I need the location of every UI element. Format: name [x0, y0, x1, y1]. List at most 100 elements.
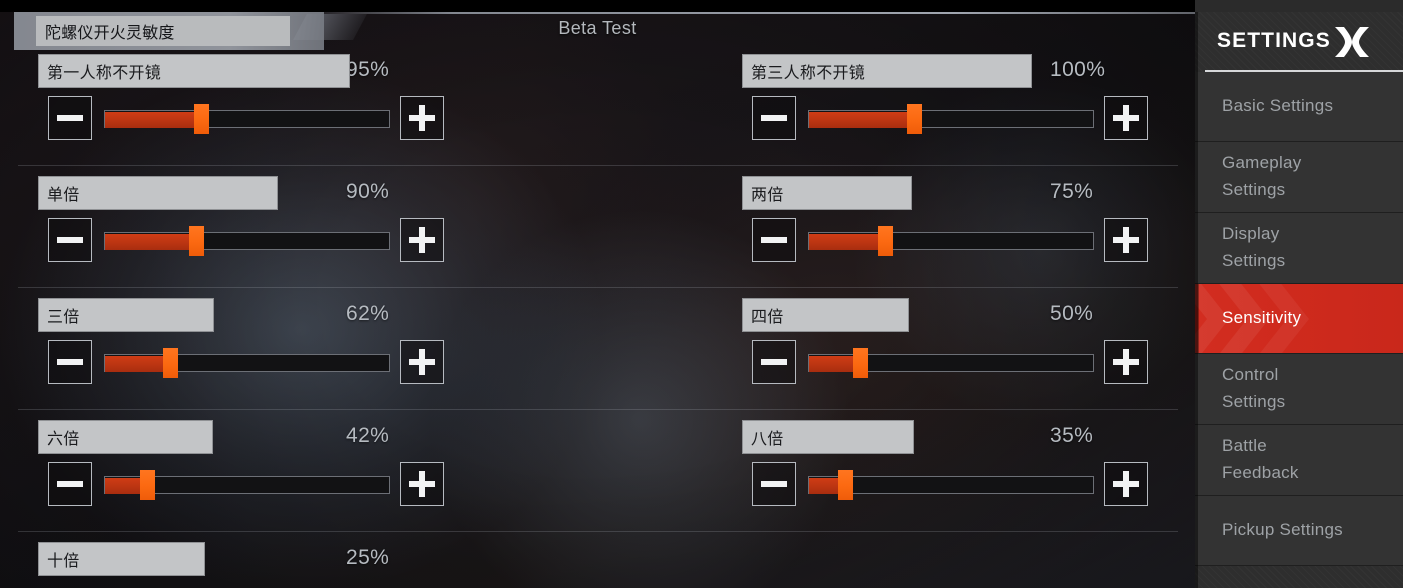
- sensitivity-label-box: 第三人称不开镜: [742, 54, 1032, 88]
- sidebar-item-display-settings[interactable]: Display Settings: [1195, 213, 1403, 284]
- increase-button[interactable]: [1104, 462, 1148, 506]
- sensitivity-row: 62% 三倍 50% 四倍: [0, 288, 1195, 410]
- increase-button[interactable]: [1104, 96, 1148, 140]
- slider-thumb[interactable]: [852, 348, 868, 378]
- slider-thumb[interactable]: [162, 348, 178, 378]
- sidebar-left-edge: [1195, 12, 1198, 588]
- increase-button[interactable]: [1104, 340, 1148, 384]
- minus-icon: [761, 237, 787, 243]
- slider-track[interactable]: [808, 354, 1094, 372]
- sensitivity-label-row: 90% 单倍: [38, 176, 468, 210]
- sensitivity-slider[interactable]: [808, 348, 1094, 378]
- plus-icon-vertical: [419, 349, 425, 375]
- sensitivity-label-text: 八倍: [751, 431, 784, 448]
- sidebar-item-pickup-settings[interactable]: Pickup Settings: [1195, 496, 1403, 566]
- sensitivity-slider[interactable]: [104, 226, 390, 256]
- sensitivity-control-row: [742, 462, 1172, 516]
- sensitivity-label-text: 六倍: [47, 431, 80, 448]
- sidebar-item-label: Display Settings: [1222, 224, 1286, 270]
- slider-thumb[interactable]: [188, 226, 204, 256]
- sensitivity-value: 75%: [1050, 180, 1094, 203]
- decrease-button[interactable]: [752, 218, 796, 262]
- sensitivity-label-box: 十倍: [38, 542, 205, 576]
- sensitivity-label-row: 62% 三倍: [38, 298, 468, 332]
- slider-track[interactable]: [808, 110, 1094, 128]
- sensitivity-control-row: [742, 340, 1172, 394]
- slider-track[interactable]: [104, 110, 390, 128]
- sidebar-item-sensitivity[interactable]: Sensitivity: [1195, 284, 1403, 354]
- sensitivity-item: 90% 单倍: [38, 166, 468, 288]
- sensitivity-slider[interactable]: [808, 104, 1094, 134]
- slider-thumb[interactable]: [878, 226, 894, 256]
- sensitivity-label-text: 单倍: [47, 187, 80, 204]
- increase-button[interactable]: [400, 340, 444, 384]
- decrease-button[interactable]: [752, 340, 796, 384]
- sensitivity-control-row: [38, 96, 468, 150]
- sensitivity-slider[interactable]: [808, 470, 1094, 500]
- sensitivity-label-box: 两倍: [742, 176, 912, 210]
- sidebar-item-control-settings[interactable]: Control Settings: [1195, 354, 1403, 425]
- sensitivity-label-row: 35% 八倍: [742, 420, 1172, 454]
- increase-button[interactable]: [400, 96, 444, 140]
- slider-thumb[interactable]: [194, 104, 210, 134]
- plus-icon-vertical: [419, 105, 425, 131]
- decrease-button[interactable]: [48, 462, 92, 506]
- sensitivity-label-box: 四倍: [742, 298, 909, 332]
- increase-button[interactable]: [400, 218, 444, 262]
- sensitivity-label-row: 100% 第三人称不开镜: [742, 54, 1172, 88]
- slider-track[interactable]: [104, 354, 390, 372]
- sensitivity-item: 75% 两倍: [742, 166, 1172, 288]
- sensitivity-item: 35% 八倍: [742, 410, 1172, 532]
- beta-test-title: Beta Test: [558, 18, 637, 38]
- sidebar-item-label: Gameplay Settings: [1222, 153, 1302, 199]
- slider-fill: [809, 112, 912, 128]
- minus-icon: [57, 237, 83, 243]
- sensitivity-value: 62%: [346, 302, 390, 325]
- minus-icon: [57, 115, 83, 121]
- decrease-button[interactable]: [752, 96, 796, 140]
- sensitivity-label-text: 第三人称不开镜: [751, 65, 866, 82]
- sensitivity-label-box: 单倍: [38, 176, 278, 210]
- sensitivity-item: 42% 六倍: [38, 410, 468, 532]
- sidebar-item-battle-feedback[interactable]: Battle Feedback: [1195, 425, 1403, 496]
- sensitivity-label-row: 25% 十倍: [38, 542, 468, 576]
- sidebar-item-gameplay-settings[interactable]: Gameplay Settings: [1195, 142, 1403, 213]
- sensitivity-label-text: 第一人称不开镜: [47, 65, 162, 82]
- sensitivity-value: 42%: [346, 424, 390, 447]
- sensitivity-slider[interactable]: [808, 226, 1094, 256]
- sensitivity-control-row: [742, 96, 1172, 150]
- plus-icon-vertical: [1123, 349, 1129, 375]
- sensitivity-value: 50%: [1050, 302, 1094, 325]
- sensitivity-slider[interactable]: [104, 348, 390, 378]
- increase-button[interactable]: [400, 462, 444, 506]
- plus-icon-vertical: [1123, 105, 1129, 131]
- sidebar-item-basic-settings[interactable]: Basic Settings: [1195, 72, 1403, 142]
- decrease-button[interactable]: [752, 462, 796, 506]
- increase-button[interactable]: [1104, 218, 1148, 262]
- sensitivity-value: 25%: [346, 546, 390, 569]
- decrease-button[interactable]: [48, 96, 92, 140]
- sensitivity-control-row: [38, 340, 468, 394]
- sidebar-item-label: Basic Settings: [1222, 96, 1334, 116]
- slider-fill: [105, 478, 145, 494]
- sensitivity-item: 95% 第一人称不开镜: [38, 44, 468, 166]
- sensitivity-slider[interactable]: [104, 470, 390, 500]
- sensitivity-slider[interactable]: [104, 104, 390, 134]
- sidebar-item-label: Sensitivity: [1222, 308, 1302, 328]
- slider-track[interactable]: [104, 232, 390, 250]
- decrease-button[interactable]: [48, 340, 92, 384]
- minus-icon: [57, 359, 83, 365]
- sensitivity-value: 95%: [346, 58, 390, 81]
- sensitivity-label-text: 三倍: [47, 309, 80, 326]
- minus-icon: [761, 359, 787, 365]
- decrease-button[interactable]: [48, 218, 92, 262]
- slider-thumb[interactable]: [838, 470, 854, 500]
- slider-thumb[interactable]: [906, 104, 922, 134]
- top-black-bar: [0, 0, 1403, 12]
- plus-icon-vertical: [1123, 227, 1129, 253]
- minus-icon: [761, 115, 787, 121]
- slider-thumb[interactable]: [140, 470, 156, 500]
- sensitivity-label-box: 第一人称不开镜: [38, 54, 350, 88]
- close-x-icon[interactable]: [1331, 24, 1373, 60]
- slider-track[interactable]: [808, 232, 1094, 250]
